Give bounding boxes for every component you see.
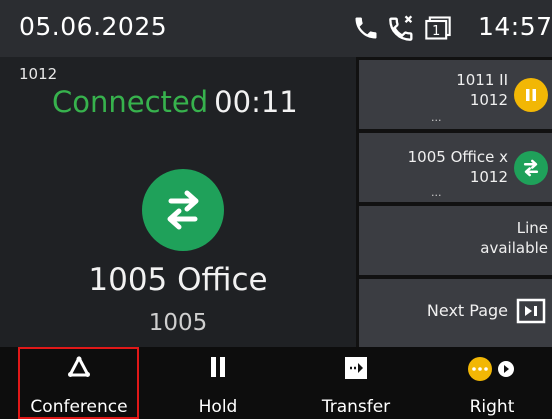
line-key-dots: ... (431, 111, 442, 124)
conference-button[interactable]: Conference (20, 347, 138, 419)
line-key-available[interactable]: Line available (359, 206, 552, 275)
call-status: Connected 00:11 (52, 85, 298, 119)
contact-number: 1005 (148, 310, 208, 336)
more-icon (434, 355, 550, 383)
account-line-number: 1012 (19, 65, 58, 83)
active-call-panel[interactable]: 1012 Connected 00:11 1005 Office 1005 (0, 57, 356, 347)
line-key-1005[interactable]: 1005 Office x 1012 ... (359, 133, 552, 202)
line-key-label: Line available (480, 219, 548, 257)
line-list: 1011 II 1012 ... 1005 Office x 1012 ... … (356, 57, 552, 347)
line-key-label: 1011 II 1012 (456, 71, 508, 109)
conference-icon (20, 355, 138, 379)
right-button[interactable]: Right (434, 347, 550, 419)
phone-icon (352, 14, 380, 46)
pause-icon (514, 78, 548, 112)
transfer-icon (298, 355, 414, 381)
transfer-label: Transfer (321, 397, 391, 417)
line-key-1011[interactable]: 1011 II 1012 ... (359, 60, 552, 129)
transfer-button[interactable]: Transfer (298, 347, 414, 419)
conference-label: Conference (30, 397, 128, 417)
hold-button[interactable]: Hold (160, 347, 276, 419)
date: 05.06.2025 (19, 12, 168, 41)
missed-call-icon (388, 14, 416, 46)
clock: 14:57 (478, 12, 552, 41)
line-key-dots: ... (431, 186, 442, 199)
softkey-bar: Conference Hold Transfer Right (0, 347, 552, 419)
contact-name: 1005 Office (88, 262, 268, 298)
line-1-icon: 1 (424, 14, 452, 46)
right-label: Right (469, 397, 515, 417)
transfer-arrows-icon (514, 151, 548, 185)
next-page-icon (516, 296, 546, 326)
status-bar: 05.06.2025 1 14:57 (0, 0, 552, 57)
next-page-label: Next Page (426, 301, 508, 320)
next-page-button[interactable]: Next Page (359, 279, 552, 347)
line-key-label: 1005 Office x 1012 (407, 148, 508, 186)
svg-text:1: 1 (432, 24, 440, 39)
pause-icon (160, 355, 276, 379)
hold-label: Hold (198, 397, 238, 417)
call-state: Connected (52, 85, 209, 119)
call-duration: 00:11 (214, 85, 298, 119)
status-icons: 1 (352, 14, 452, 46)
transfer-arrows-icon (142, 169, 224, 251)
